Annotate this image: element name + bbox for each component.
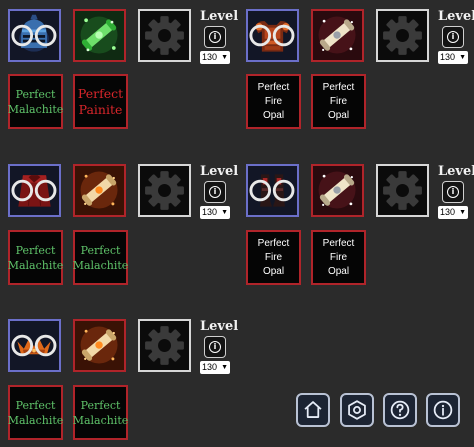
gem-name-line: Perfect [77, 85, 124, 101]
gear-icon [145, 171, 184, 210]
gear-slot[interactable] [376, 164, 429, 217]
level-select[interactable]: 130 ▼ [200, 361, 230, 374]
armor-slot-helmet[interactable] [8, 9, 61, 62]
gem-name-line: Opal [262, 265, 285, 277]
gem-name-line: Perfect Fire [322, 81, 355, 107]
level-label: Level [438, 164, 474, 179]
gem-slot[interactable]: Perfect Malachite [73, 385, 128, 440]
level-info-button[interactable]: i [442, 26, 464, 48]
gem-slot[interactable]: Perfect Fire Opal [311, 74, 366, 129]
scroll-slot[interactable] [73, 9, 126, 62]
level-info-button[interactable]: i [204, 26, 226, 48]
gear-icon [383, 171, 422, 210]
level-select-value: 130 [202, 207, 218, 217]
gem-slot[interactable]: Perfect Fire Opal [311, 230, 366, 285]
gem-name-line: Malachite [72, 413, 129, 427]
help-button[interactable] [383, 393, 417, 427]
info-icon: i [447, 186, 459, 198]
level-select-value: 130 [202, 52, 218, 62]
gem-name-line: Malachite [7, 258, 64, 272]
green-scroll-icon [75, 11, 124, 60]
level-select[interactable]: 130 ▼ [438, 51, 468, 64]
empty-socket-rings-icon [11, 179, 57, 202]
chevron-down-icon: ▼ [459, 54, 466, 61]
gem-name-line: Perfect [15, 398, 56, 412]
info-icon: i [209, 341, 221, 353]
gear-icon [145, 16, 184, 55]
level-info-button[interactable]: i [442, 181, 464, 203]
level-label: Level [200, 164, 239, 179]
info-button[interactable] [426, 393, 460, 427]
settings-button[interactable] [340, 393, 374, 427]
gem-slot[interactable]: Perfect Malachite [8, 230, 63, 285]
gear-slot[interactable] [138, 9, 191, 62]
armor-slot-boots[interactable] [246, 164, 299, 217]
gem-name-line: Malachite [7, 413, 64, 427]
level-select[interactable]: 130 ▼ [200, 206, 230, 219]
chevron-down-icon: ▼ [221, 209, 228, 216]
gear-slot[interactable] [138, 164, 191, 217]
gem-name-line: Malachite [72, 258, 129, 272]
scroll-slot[interactable] [311, 164, 364, 217]
level-select[interactable]: 130 ▼ [438, 206, 468, 219]
gear-icon [145, 326, 184, 365]
white-scroll-icon [313, 11, 362, 60]
gem-name-line: Perfect Fire [257, 81, 290, 107]
chevron-down-icon: ▼ [221, 364, 228, 371]
armor-slot-crown[interactable] [8, 319, 61, 372]
chevron-down-icon: ▼ [459, 209, 466, 216]
home-icon [304, 401, 322, 418]
gem-slot[interactable]: Perfect Malachite [8, 385, 63, 440]
gem-slot[interactable]: Perfect Malachite [73, 230, 128, 285]
empty-socket-rings-icon [249, 179, 295, 202]
orange-scroll-icon [75, 166, 124, 215]
empty-socket-rings-icon [11, 24, 57, 47]
scroll-slot[interactable] [73, 164, 126, 217]
gem-slot[interactable]: Perfect Malachite [8, 74, 63, 129]
level-select-value: 130 [440, 52, 456, 62]
gem-name-line: Opal [262, 109, 285, 121]
gem-slot[interactable]: Perfect Fire Opal [246, 230, 301, 285]
gear-slot[interactable] [138, 319, 191, 372]
level-label: Level [200, 9, 239, 24]
gem-name-line: Perfect Fire [322, 237, 355, 263]
home-button[interactable] [296, 393, 330, 427]
gem-slot[interactable]: Perfect Fire Opal [246, 74, 301, 129]
scroll-slot[interactable] [311, 9, 364, 62]
empty-socket-rings-icon [11, 334, 57, 357]
level-select-value: 130 [202, 362, 218, 372]
gear-icon [383, 16, 422, 55]
armor-slot-chestplate[interactable] [246, 9, 299, 62]
gem-name-line: Malachite [7, 102, 64, 116]
orange-scroll-icon [75, 321, 124, 370]
gear-slot[interactable] [376, 9, 429, 62]
empty-socket-rings-icon [249, 24, 295, 47]
scroll-slot[interactable] [73, 319, 126, 372]
info-icon: i [209, 31, 221, 43]
gem-name-line: Painite [78, 101, 123, 117]
info-icon: i [209, 186, 221, 198]
info-icon [433, 400, 453, 420]
gem-slot[interactable]: Perfect Painite [73, 74, 128, 129]
gem-name-line: Perfect Fire [257, 237, 290, 263]
info-icon: i [447, 31, 459, 43]
hexagon-settings-icon [348, 400, 366, 420]
armor-slot-cape[interactable] [8, 164, 61, 217]
chevron-down-icon: ▼ [221, 54, 228, 61]
gem-name-line: Perfect [80, 243, 121, 257]
white-scroll-icon [313, 166, 362, 215]
level-select-value: 130 [440, 207, 456, 217]
gem-name-line: Perfect [15, 243, 56, 257]
gem-name-line: Perfect [15, 87, 56, 101]
help-icon [390, 400, 410, 420]
level-info-button[interactable]: i [204, 181, 226, 203]
gem-name-line: Perfect [80, 398, 121, 412]
gem-name-line: Opal [327, 109, 350, 121]
level-label: Level [438, 9, 474, 24]
gem-name-line: Opal [327, 265, 350, 277]
level-label: Level [200, 319, 239, 334]
level-select[interactable]: 130 ▼ [200, 51, 230, 64]
level-info-button[interactable]: i [204, 336, 226, 358]
